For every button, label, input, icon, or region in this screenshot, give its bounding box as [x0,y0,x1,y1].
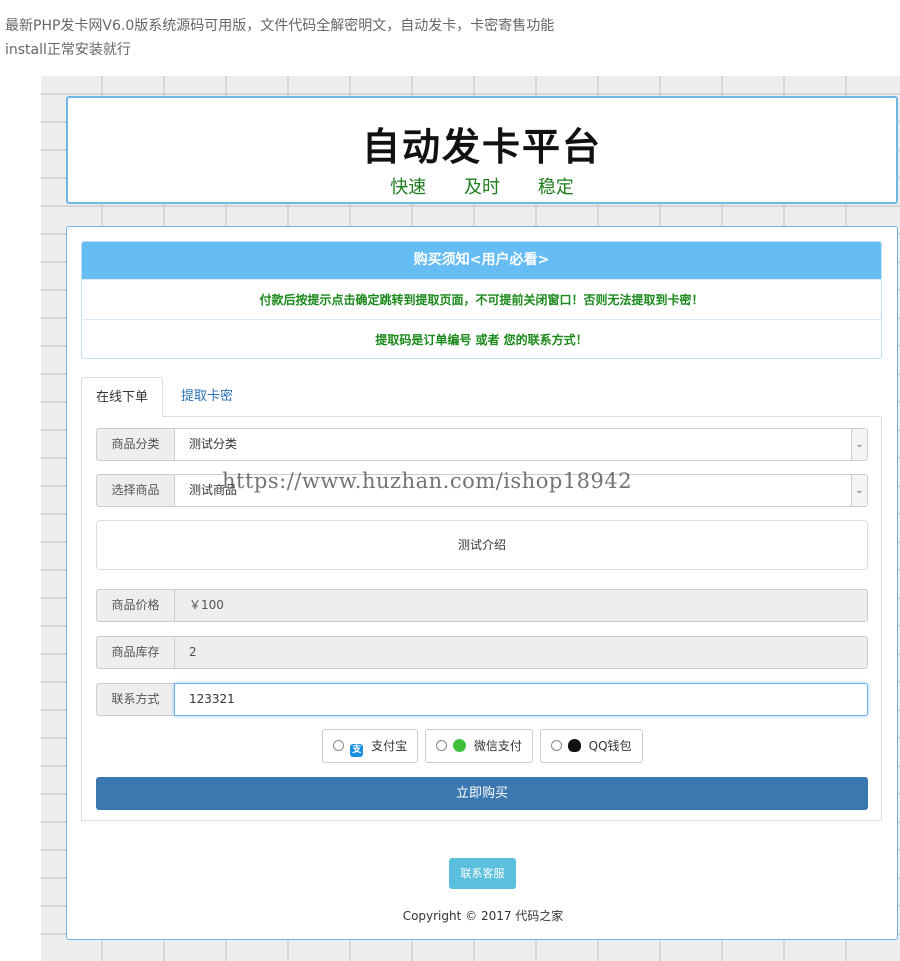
purchase-notice: 购买须知<用户必看> 付款后按提示点击确定跳转到提取页面，不可提前关闭窗口！否则… [81,241,882,359]
site-title: 自动发卡平台 [361,125,602,169]
main-panel: 购买须知<用户必看> 付款后按提示点击确定跳转到提取页面，不可提前关闭窗口！否则… [66,226,898,940]
caption-line-1: 最新PHP发卡网V6.0版系统源码可用版，文件代码全解密明文，自动发卡，卡密寄售… [5,18,555,34]
price-field: ￥100 [174,589,868,622]
slogan-word-fast: 快速 [390,177,427,198]
pay-qq-label: QQ钱包 [588,739,632,753]
pay-option-alipay[interactable]: 支 支付宝 [322,729,419,763]
product-label: 选择商品 [96,474,175,507]
contact-label: 联系方式 [96,683,175,716]
payment-methods: 支 支付宝 微信支付 QQ钱包 [82,729,883,763]
notice-heading: 购买须知<用户必看> [82,242,881,279]
stock-field: 2 [174,636,868,669]
stock-label: 商品库存 [96,636,175,669]
category-select[interactable]: 测试分类 ⌄ [174,428,868,461]
contact-service-button[interactable]: 联系客服 [449,858,516,889]
radio-icon[interactable] [550,740,562,751]
pay-alipay-label: 支付宝 [371,739,408,753]
order-tabs: 在线下单 提取卡密 [81,377,882,418]
stock-row: 商品库存 2 [96,636,868,669]
contact-row: 联系方式 123321 [96,683,868,716]
product-select[interactable]: 测试商品 ⌄ [174,474,868,507]
category-row: 商品分类 测试分类 ⌄ [96,428,868,461]
product-selected-value: 测试商品 [189,483,238,497]
category-label: 商品分类 [96,428,175,461]
price-row: 商品价格 ￥100 [96,589,868,622]
pay-wechat-label: 微信支付 [473,739,522,753]
slogan-word-stable: 稳定 [537,177,574,198]
tab-extract-card[interactable]: 提取卡密 [167,377,247,417]
copyright-text: Copyright © 2017 代码之家 [402,909,564,923]
radio-icon[interactable] [333,740,345,751]
alipay-icon: 支 [350,744,364,757]
contact-input[interactable]: 123321 [174,683,868,716]
page-caption: 最新PHP发卡网V6.0版系统源码可用版，文件代码全解密明文，自动发卡，卡密寄售… [5,14,554,62]
notice-line-1: 付款后按提示点击确定跳转到提取页面，不可提前关闭窗口！否则无法提取到卡密！ [82,279,881,319]
qq-icon [567,739,581,752]
site-slogan: 快速 及时 稳定 [68,173,896,199]
caption-line-2: install正常安装就行 [5,42,131,58]
category-selected-value: 测试分类 [189,437,238,451]
wechat-icon [453,739,467,752]
notice-line-2: 提取码是订单编号 或者 您的联系方式！ [82,319,881,358]
chevron-down-icon[interactable]: ⌄ [851,429,867,460]
chevron-down-icon[interactable]: ⌄ [851,475,867,506]
product-row: 选择商品 测试商品 ⌄ [96,474,868,507]
product-description: 测试介绍 [96,520,868,570]
pay-option-qq[interactable]: QQ钱包 [539,729,643,763]
tab-online-order[interactable]: 在线下单 [81,377,164,418]
price-label: 商品价格 [96,589,175,622]
buy-now-button[interactable]: 立即购买 [96,777,868,810]
pay-option-wechat[interactable]: 微信支付 [425,729,533,763]
slogan-word-timely: 及时 [464,177,500,198]
order-form: 商品分类 测试分类 ⌄ 选择商品 测试商品 ⌄ 测试介绍 商品价格 ￥100 商… [81,417,882,821]
site-header: 自动发卡平台 快速 及时 稳定 [66,96,898,204]
radio-icon[interactable] [436,740,448,751]
